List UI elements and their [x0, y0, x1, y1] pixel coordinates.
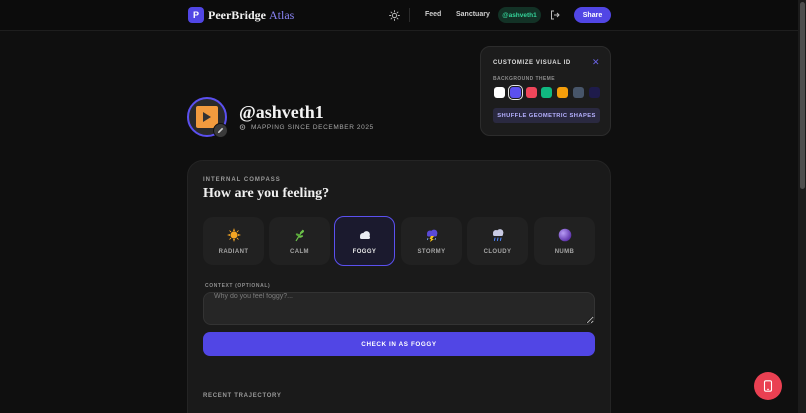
- customize-title: CUSTOMIZE VISUAL ID: [493, 60, 571, 66]
- mood-calm[interactable]: CALM: [269, 217, 330, 265]
- mood-numb[interactable]: NUMB: [534, 217, 595, 265]
- logo-badge[interactable]: P: [188, 7, 204, 23]
- mood-label: STORMY: [417, 249, 446, 255]
- since-text: MAPPING SINCE DECEMBER 2025: [251, 124, 374, 131]
- mood-cloudy[interactable]: CLOUDY: [467, 217, 528, 265]
- header-divider: [409, 8, 410, 22]
- profile-handle: @ashveth1: [239, 102, 324, 122]
- swatch-red[interactable]: [526, 87, 537, 98]
- check-in-button[interactable]: CHECK IN AS FOGGY: [203, 332, 595, 356]
- logout-icon[interactable]: [550, 10, 560, 20]
- mood-radiant[interactable]: RADIANT: [203, 217, 264, 265]
- shuffle-shapes-button[interactable]: SHUFFLE GEOMETRIC SHAPES: [493, 108, 600, 123]
- purple-circle-icon: [558, 228, 571, 242]
- swatch-navy[interactable]: [589, 87, 600, 98]
- herb-icon: [294, 229, 304, 242]
- pin-icon: [239, 124, 246, 130]
- thunderstorm-icon: [426, 229, 437, 242]
- profile-since: MAPPING SINCE DECEMBER 2025: [239, 124, 374, 131]
- customize-panel: CUSTOMIZE VISUAL ID ✕ BACKGROUND THEME S…: [480, 46, 611, 136]
- recent-trajectory-heading: RECENT TRAJECTORY: [203, 393, 282, 399]
- brand-name[interactable]: PeerBridge Atlas: [208, 8, 294, 23]
- swatch-white[interactable]: [494, 87, 505, 98]
- nav-sanctuary[interactable]: Sanctuary: [456, 11, 490, 18]
- share-button[interactable]: Share: [574, 7, 611, 23]
- context-field[interactable]: [203, 292, 595, 325]
- swatch-green[interactable]: [541, 87, 552, 98]
- mood-foggy[interactable]: FOGGY: [334, 216, 395, 266]
- mood-label: NUMB: [554, 249, 575, 255]
- compass-eyebrow: INTERNAL COMPASS: [203, 177, 281, 183]
- context-label: CONTEXT (OPTIONAL): [205, 283, 271, 289]
- mood-stormy[interactable]: STORMY: [401, 217, 462, 265]
- mood-label: CALM: [290, 249, 309, 255]
- swatch-slate[interactable]: [573, 87, 584, 98]
- swatch-amber[interactable]: [557, 87, 568, 98]
- background-theme-label: BACKGROUND THEME: [493, 76, 555, 82]
- brand-accent: Atlas: [268, 8, 295, 22]
- scrollbar-thumb[interactable]: [800, 2, 805, 189]
- compass-question: How are you feeling?: [203, 186, 330, 201]
- nav-feed[interactable]: Feed: [425, 11, 441, 18]
- pencil-icon: [217, 127, 224, 134]
- cloud-icon: [359, 231, 370, 239]
- rain-cloud-icon: [492, 229, 503, 241]
- brand-main: PeerBridge: [208, 8, 266, 22]
- close-icon[interactable]: ✕: [592, 57, 600, 68]
- sun-icon[interactable]: [389, 10, 400, 21]
- emergency-phone-button[interactable]: [754, 372, 782, 400]
- edit-avatar-button[interactable]: [213, 123, 228, 138]
- mood-label: FOGGY: [352, 249, 377, 255]
- mood-label: CLOUDY: [483, 249, 512, 255]
- mood-label: RADIANT: [218, 249, 249, 255]
- user-profile-pill[interactable]: @ashveth1: [498, 7, 541, 23]
- swatch-indigo[interactable]: [508, 85, 523, 100]
- sun-icon: [226, 228, 241, 242]
- avatar-triangle-shape: [203, 112, 211, 122]
- phone-icon: [763, 380, 773, 392]
